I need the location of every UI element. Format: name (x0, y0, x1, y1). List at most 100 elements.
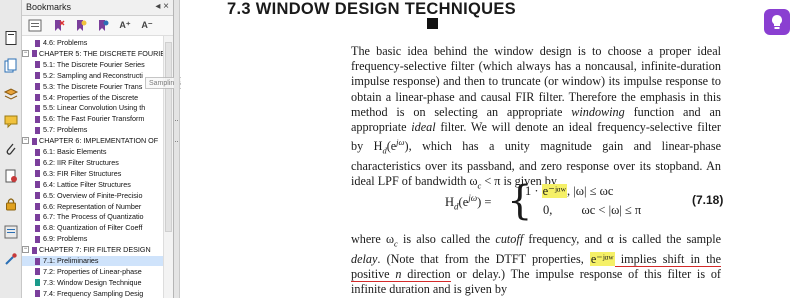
bookmarks-panel: Bookmarks ◂ × A⁺ A⁻ 4.6: Problems − CHAPTE… (22, 0, 174, 298)
expand-collapse-toggle[interactable]: − (22, 137, 29, 145)
highlighted-text: e⁻ʲᵅʷ (589, 251, 615, 266)
bookmark-label: 6.4: Lattice Filter Structures (43, 179, 131, 189)
bookmark-label: 6.7: The Process of Quantizatio (43, 212, 144, 222)
expand-collapse-toggle[interactable]: − (22, 49, 29, 57)
bookmark-icon (35, 83, 40, 91)
text-run: jω (396, 137, 405, 148)
bookmark-label: 6.2: IIR Filter Structures (43, 157, 119, 167)
equation-number: (7.18) (692, 193, 724, 207)
bookmark-item[interactable]: 4.6: Problems (22, 38, 163, 48)
bookmark-item[interactable]: 6.6: Representation of Number (22, 202, 163, 212)
underlined-text: direction (401, 266, 451, 282)
bookmark-options-icon[interactable] (28, 19, 42, 32)
bookmark-icon (35, 159, 40, 167)
bookmark-item[interactable]: 7.2: Properties of Linear-phase (22, 267, 163, 277)
expand-collapse-toggle[interactable]: − (22, 246, 29, 254)
splitter-grip[interactable] (175, 120, 178, 142)
bookmark-icon (35, 279, 40, 287)
text-run: delay (351, 251, 378, 266)
bookmark-icon (35, 148, 40, 156)
bookmark-item[interactable]: 7.3: Window Design Technique (22, 278, 163, 288)
equation-case-2: 0, ωc < |ω| ≤ π (525, 203, 641, 218)
bookmark-item[interactable]: 5.6: The Fast Fourier Transform (22, 114, 163, 124)
panel-splitter[interactable] (174, 0, 180, 298)
bookmarks-tree: 4.6: Problems − CHAPTER 5: THE DISCRETE FO… (22, 36, 163, 298)
bookmark-item[interactable]: 5.5: Linear Convolution Using th (22, 103, 163, 113)
bookmark-item[interactable]: 7.4: Frequency Sampling Desig (22, 289, 163, 298)
equation-case-1-condition: , |ω| ≤ ωc (567, 184, 614, 198)
text-size-increase-button[interactable]: A⁺ (118, 19, 132, 32)
bookmark-label: 6.8: Quantization of Filter Coeff (43, 223, 143, 233)
bookmark-icon (35, 203, 40, 210)
bookmark-label: 6.3: FIR Filter Structures (43, 168, 122, 178)
tags-tool-icon[interactable] (3, 251, 19, 267)
signatures-icon[interactable] (3, 168, 19, 184)
content-icon[interactable] (3, 224, 19, 240)
bookmark-item[interactable]: 6.5: Overview of Finite-Precisio (22, 191, 163, 201)
text-size-decrease-button[interactable]: A⁻ (140, 19, 154, 32)
bookmark-item[interactable]: 5.2: Sampling and Reconstructi (22, 71, 163, 81)
expand-bookmark-icon[interactable] (95, 19, 109, 32)
bookmark-label: 5.1: The Discrete Fourier Series (43, 59, 145, 69)
bookmark-icon (35, 257, 40, 265)
comments-icon[interactable] (3, 113, 19, 129)
panel-collapse-close-controls[interactable]: ◂ × (155, 1, 169, 12)
text-run: (e (386, 139, 397, 154)
bookmarks-panel-header: Bookmarks ◂ × (22, 0, 173, 16)
bookmark-label: 5.5: Linear Convolution Using th (43, 103, 146, 113)
bookmark-label: 6.9: Problems (43, 234, 88, 244)
bookmark-label: 4.6: Problems (43, 38, 88, 47)
attachments-icon[interactable] (3, 141, 19, 157)
bookmark-icon (35, 224, 40, 232)
bookmark-item[interactable]: 5.7: Problems (22, 125, 163, 135)
new-bookmark-icon[interactable] (73, 19, 87, 32)
section-title: 7.3 WINDOW DESIGN TECHNIQUES (227, 0, 516, 18)
bookmark-icon (35, 170, 40, 178)
bookmark-label: 7.4: Frequency Sampling Desig (43, 288, 144, 298)
delete-bookmark-icon[interactable] (51, 19, 65, 32)
bookmark-item[interactable]: 6.1: Basic Elements (22, 147, 163, 157)
bookmark-chapter[interactable]: − CHAPTER 5: THE DISCRETE FOURIE (22, 49, 163, 59)
text-run: cutoff (495, 232, 524, 246)
text-run: where ω (351, 232, 394, 246)
bookmark-chapter[interactable]: − CHAPTER 6: IMPLEMENTATION OF (22, 136, 163, 146)
bookmark-icon (35, 235, 40, 243)
bookmark-chapter[interactable]: − CHAPTER 7: FIR FILTER DESIGN (22, 245, 163, 255)
bookmark-item[interactable]: 7.1: Preliminaries (22, 256, 163, 266)
bookmark-icon (35, 72, 40, 80)
bookmark-item[interactable]: 6.2: IIR Filter Structures (22, 158, 163, 168)
bookmark-label: 5.6: The Fast Fourier Transform (43, 114, 145, 124)
bookmark-icon (35, 94, 40, 101)
bookmark-icon (35, 115, 40, 123)
bookmark-label: 5.3: The Discrete Fourier Trans (43, 81, 143, 91)
bookmark-item[interactable]: 6.9: Problems (22, 234, 163, 244)
text-run: . (Note that from the DTFT properties, (377, 251, 590, 266)
text-run: windowing (571, 104, 625, 119)
bookmark-icon (35, 213, 40, 221)
bookmark-icon (32, 50, 37, 58)
bookmarks-scrollbar[interactable] (163, 36, 173, 298)
bookmark-icon (35, 181, 40, 189)
bookmark-item[interactable]: 6.3: FIR Filter Structures (22, 169, 163, 179)
scrollbar-thumb[interactable] (165, 42, 172, 232)
assistant-button[interactable] (764, 9, 790, 35)
bookmark-label: CHAPTER 7: FIR FILTER DESIGN (39, 245, 151, 255)
layers-icon[interactable] (3, 86, 19, 102)
bookmark-icon (35, 192, 40, 200)
paragraph-intro: The basic idea behind the window design … (351, 44, 721, 194)
pages-icon[interactable] (3, 58, 19, 74)
security-lock-icon[interactable] (3, 196, 19, 212)
bookmark-icon (35, 126, 40, 134)
bookmark-item[interactable]: 6.4: Lattice Filter Structures (22, 180, 163, 190)
bookmark-item[interactable]: 6.8: Quantization of Filter Coeff (22, 223, 163, 233)
equation-case-2-condition: ωc < |ω| ≤ π (581, 203, 642, 217)
bookmark-label: CHAPTER 6: IMPLEMENTATION OF (39, 136, 159, 146)
bookmark-item[interactable]: 5.1: The Discrete Fourier Series (22, 60, 163, 70)
bookmark-item[interactable]: 5.3: The Discrete Fourier Trans (22, 82, 163, 92)
bookmark-item[interactable]: 5.4: Properties of the Discrete (22, 93, 163, 103)
bookmark-item[interactable]: 6.7: The Process of Quantizatio (22, 212, 163, 222)
bookmark-label: CHAPTER 5: THE DISCRETE FOURIE (39, 48, 163, 58)
bookmark-icon (35, 268, 40, 276)
page-thumbnails-icon[interactable] (3, 30, 19, 46)
bookmark-label: 6.5: Overview of Finite-Precisio (43, 190, 143, 200)
